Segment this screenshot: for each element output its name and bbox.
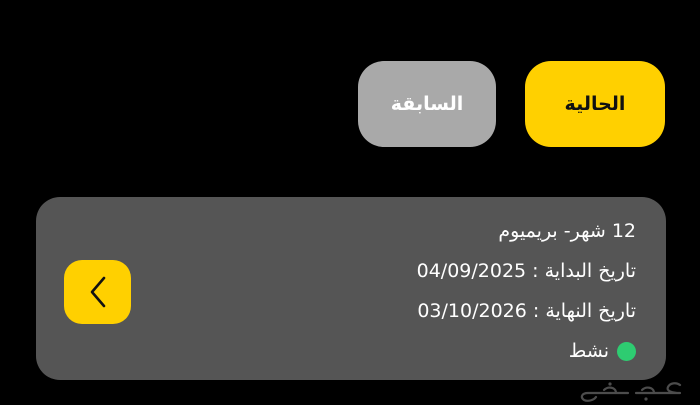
tab-current-label: الحالية — [564, 93, 626, 115]
end-date-row: تاريخ النهاية : 03/10/2026 — [417, 291, 636, 331]
tab-previous-label: السابقة — [390, 93, 464, 115]
subscription-info: 12 شهر- بريميوم تاريخ البداية : 04/09/20… — [417, 211, 636, 371]
details-nav-button[interactable] — [64, 260, 131, 324]
status-row: نشط — [417, 331, 636, 371]
end-date: تاريخ النهاية : 03/10/2026 — [417, 299, 636, 322]
subscription-card: 12 شهر- بريميوم تاريخ البداية : 04/09/20… — [36, 197, 666, 380]
status-dot-icon — [617, 341, 636, 361]
haraj-logo — [580, 382, 682, 402]
start-date-row: تاريخ البداية : 04/09/2025 — [417, 251, 636, 291]
plan-row: 12 شهر- بريميوم — [417, 211, 636, 251]
tab-current[interactable]: الحالية — [525, 61, 665, 147]
status-text: نشط — [568, 339, 609, 362]
tab-previous[interactable]: السابقة — [358, 61, 496, 147]
start-date: تاريخ البداية : 04/09/2025 — [416, 259, 636, 282]
plan-name: 12 شهر- بريميوم — [498, 219, 636, 242]
chevron-left-icon — [90, 276, 105, 308]
